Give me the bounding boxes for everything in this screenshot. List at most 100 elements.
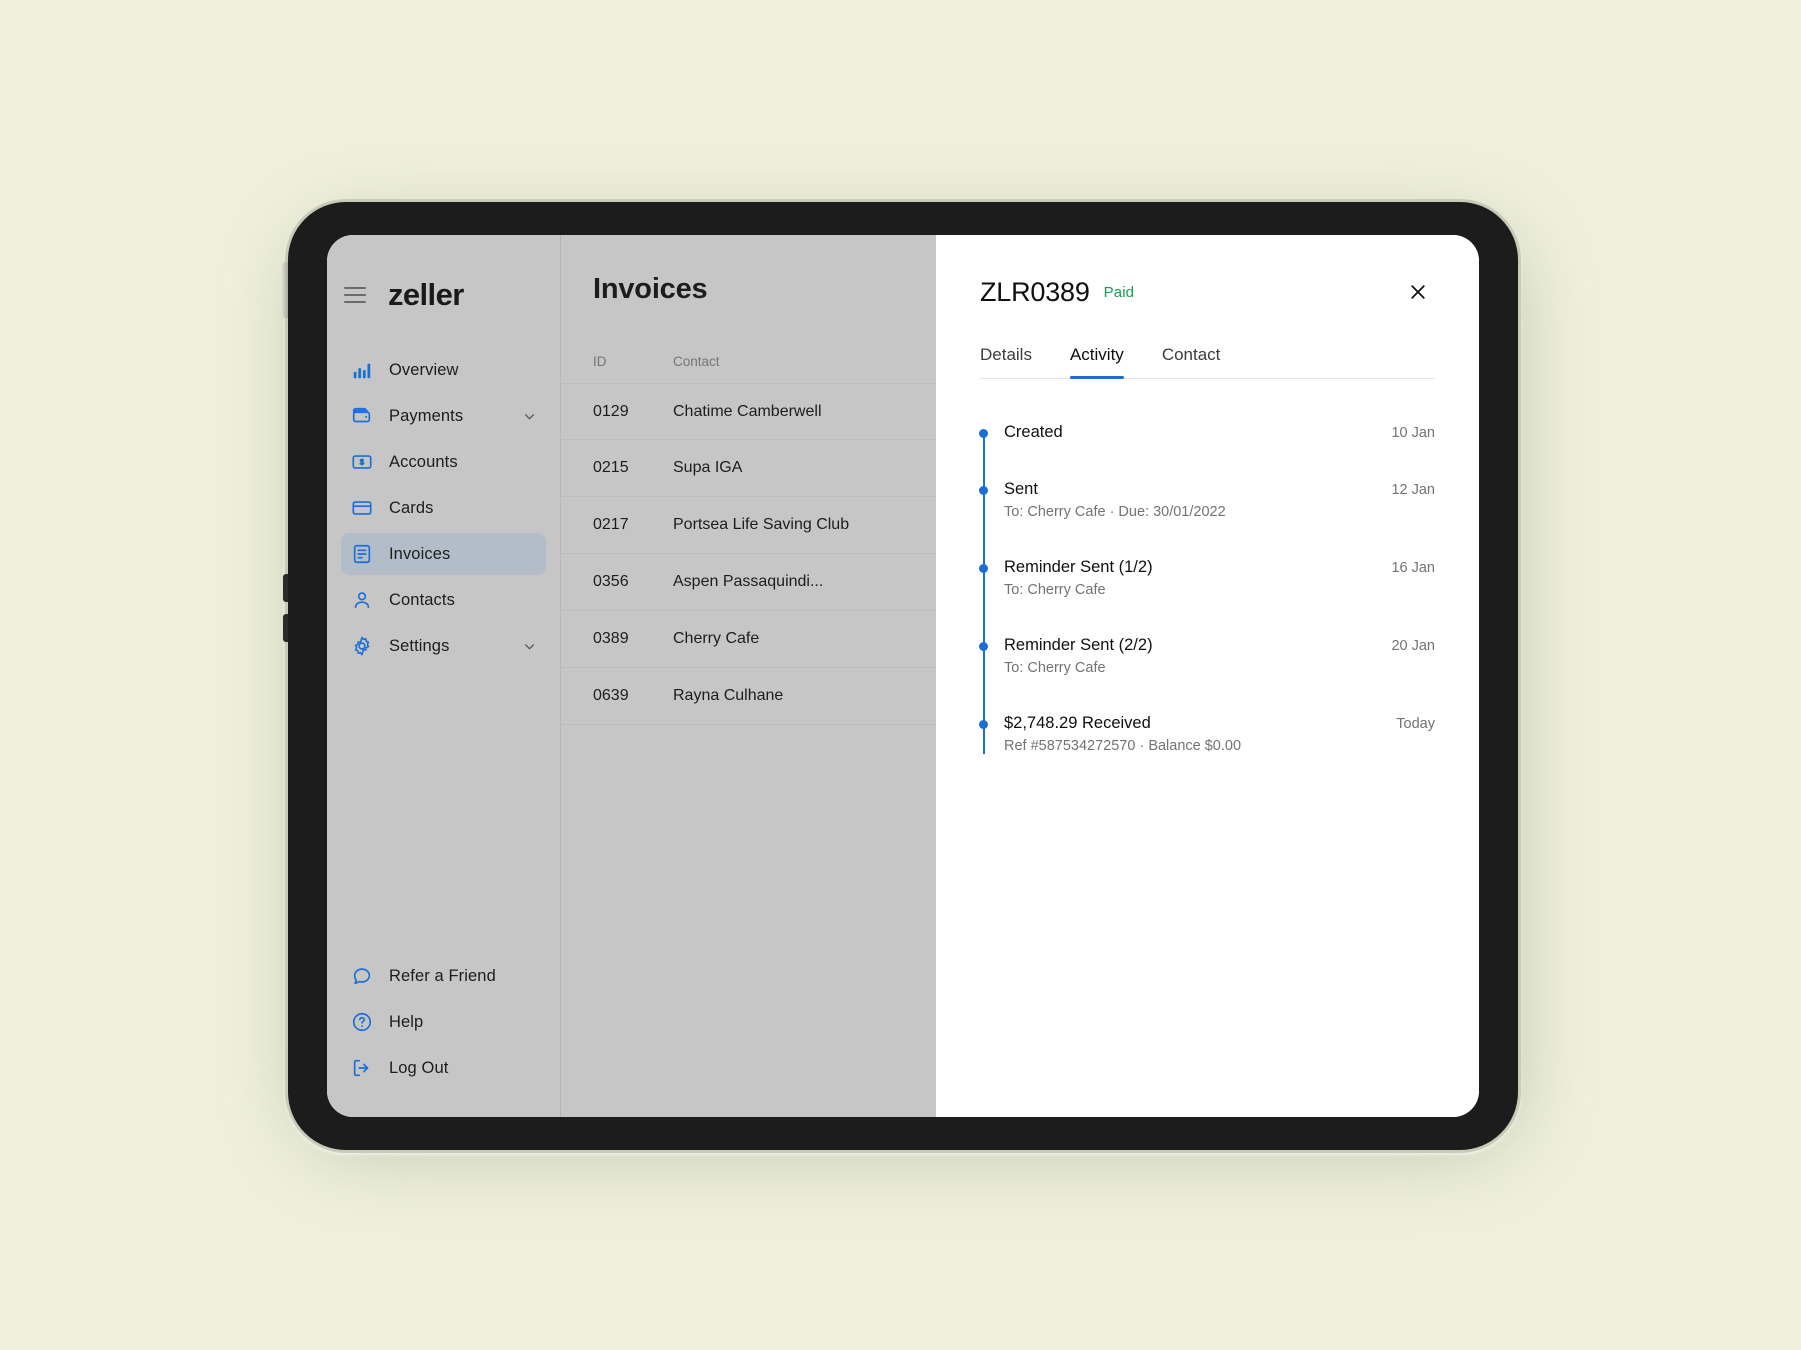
sidebar-nav: Overview Payments Accounts Cards Invoice… — [327, 349, 560, 667]
column-header-id: ID — [593, 354, 607, 369]
cell-contact-name: Aspen Passaquindi... — [673, 573, 824, 590]
timeline-event-date: 10 Jan — [1391, 425, 1435, 441]
hamburger-icon[interactable] — [344, 287, 366, 303]
page-title: Invoices — [593, 273, 708, 305]
cell-contact-name: Portsea Life Saving Club — [673, 516, 850, 533]
invoice-detail-panel: ZLR0389 Paid Details Activity Contact Cr… — [936, 235, 1479, 1117]
credit-card-icon — [351, 497, 373, 519]
tablet-volume-down-button[interactable] — [283, 614, 288, 642]
sidebar-item-help[interactable]: Help — [341, 1001, 546, 1043]
timeline-event-date: 20 Jan — [1391, 638, 1435, 654]
table-row[interactable]: 0129 Chatime Camberwell — [561, 383, 936, 440]
timeline-dot-icon — [979, 429, 988, 438]
column-header-contact: Contact — [673, 354, 720, 369]
timeline-event: $2,748.29 Received Today Ref #5875342725… — [979, 714, 1435, 754]
sidebar-item-payments[interactable]: Payments — [341, 395, 546, 437]
timeline-connector-line — [983, 432, 985, 754]
cell-contact-name: Chatime Camberwell — [673, 402, 822, 420]
person-icon — [351, 589, 373, 611]
sidebar-footer-nav: Refer a Friend Help Log Out — [327, 955, 560, 1089]
sidebar-item-invoices[interactable]: Invoices — [341, 533, 546, 575]
sidebar-item-label: Overview — [389, 360, 459, 379]
gear-icon — [351, 635, 373, 657]
timeline-event-date: 16 Jan — [1391, 560, 1435, 576]
timeline-event-title: Sent — [1004, 480, 1038, 498]
sidebar-item-cards[interactable]: Cards — [341, 487, 546, 529]
timeline-event-subtitle: To: Cherry Cafe — [1004, 582, 1106, 598]
timeline-event-title: $2,748.29 Received — [1004, 714, 1151, 732]
sidebar-item-overview[interactable]: Overview — [341, 349, 546, 391]
invoice-document-icon — [351, 543, 373, 565]
sidebar-header: zeller — [327, 267, 560, 323]
sidebar-item-label: Log Out — [389, 1058, 449, 1077]
invoice-number: ZLR0389 — [980, 276, 1090, 307]
timeline-event-subtitle: To: Cherry Cafe · Due: 30/01/2022 — [1004, 504, 1226, 520]
tab-activity[interactable]: Activity — [1069, 345, 1124, 379]
sidebar-item-label: Settings — [389, 636, 450, 655]
table-row[interactable]: 0389 Cherry Cafe — [561, 611, 936, 668]
sidebar-item-label: Accounts — [389, 452, 458, 471]
status-badge: Paid — [1103, 283, 1135, 301]
timeline-event-date: Today — [1396, 716, 1435, 732]
tablet-volume-up-button[interactable] — [283, 574, 288, 602]
bar-chart-icon — [351, 359, 373, 381]
table-row[interactable]: 0356 Aspen Passaquindi... — [561, 554, 936, 611]
timeline-dot-icon — [979, 564, 988, 573]
invoice-list-pane: Invoices ID Contact 0129 Chatime Camberw… — [561, 235, 936, 1117]
timeline-event-title: Reminder Sent (2/2) — [1004, 636, 1153, 654]
timeline-event: Reminder Sent (2/2) 20 Jan To: Cherry Ca… — [979, 636, 1435, 676]
timeline-event-subtitle: Ref #587534272570 · Balance $0.00 — [1004, 738, 1242, 754]
timeline-event: Reminder Sent (1/2) 16 Jan To: Cherry Ca… — [979, 558, 1435, 598]
sidebar-item-label: Cards — [389, 498, 434, 517]
timeline-dot-icon — [979, 486, 988, 495]
chat-bubble-icon — [351, 965, 373, 987]
sidebar: zeller Overview Payments Accounts Cards … — [327, 235, 561, 1117]
cell-invoice-id: 0217 — [593, 516, 629, 533]
cell-invoice-id: 0639 — [593, 687, 629, 704]
timeline-dot-icon — [979, 720, 988, 729]
cell-invoice-id: 0389 — [593, 630, 629, 647]
cell-invoice-id: 0356 — [593, 573, 629, 590]
cell-invoice-id: 0129 — [593, 402, 629, 420]
sidebar-item-refer-a-friend[interactable]: Refer a Friend — [341, 955, 546, 997]
tablet-power-button[interactable] — [282, 262, 288, 318]
money-note-icon — [351, 451, 373, 473]
tablet-screen: zeller Overview Payments Accounts Cards … — [327, 235, 1479, 1117]
table-row[interactable]: 0215 Supa IGA — [561, 440, 936, 497]
cell-contact-name: Supa IGA — [673, 459, 743, 476]
activity-timeline: Created 10 Jan Sent 12 Jan To: Cherry Ca… — [979, 423, 1435, 754]
table-row[interactable]: 0639 Rayna Culhane — [561, 668, 936, 725]
timeline-event-title: Created — [1004, 423, 1063, 441]
detail-header: ZLR0389 Paid — [980, 275, 1435, 309]
sidebar-item-label: Invoices — [389, 544, 451, 563]
question-circle-icon — [351, 1011, 373, 1033]
detail-tabs: Details Activity Contact — [980, 345, 1435, 379]
table-row[interactable]: 0217 Portsea Life Saving Club — [561, 497, 936, 554]
timeline-event: Sent 12 Jan To: Cherry Cafe · Due: 30/01… — [979, 480, 1435, 520]
sidebar-item-settings[interactable]: Settings — [341, 625, 546, 667]
close-icon[interactable] — [1401, 275, 1435, 309]
tablet-device-frame: zeller Overview Payments Accounts Cards … — [282, 202, 1518, 1150]
timeline-event-date: 12 Jan — [1391, 482, 1435, 498]
sidebar-item-contacts[interactable]: Contacts — [341, 579, 546, 621]
sidebar-item-label: Refer a Friend — [389, 966, 496, 985]
timeline-event-title: Reminder Sent (1/2) — [1004, 558, 1153, 576]
wallet-icon — [351, 405, 373, 427]
tab-contact[interactable]: Contact — [1162, 345, 1221, 378]
chevron-down-icon[interactable] — [523, 410, 536, 423]
cell-contact-name: Rayna Culhane — [673, 687, 784, 704]
sidebar-item-log-out[interactable]: Log Out — [341, 1047, 546, 1089]
cell-contact-name: Cherry Cafe — [673, 630, 760, 647]
timeline-event-subtitle: To: Cherry Cafe — [1004, 660, 1106, 676]
cell-invoice-id: 0215 — [593, 459, 629, 476]
sidebar-item-label: Contacts — [389, 590, 455, 609]
logout-arrow-icon — [351, 1057, 373, 1079]
sidebar-item-label: Help — [389, 1012, 424, 1031]
tab-details[interactable]: Details — [980, 345, 1032, 378]
timeline-dot-icon — [979, 642, 988, 651]
sidebar-item-accounts[interactable]: Accounts — [341, 441, 546, 483]
chevron-down-icon[interactable] — [523, 640, 536, 653]
sidebar-item-label: Payments — [389, 406, 464, 425]
table-header-row: ID Contact — [561, 306, 936, 369]
invoice-table-body: 0129 Chatime Camberwell 0215 Supa IGA 02… — [561, 383, 936, 725]
